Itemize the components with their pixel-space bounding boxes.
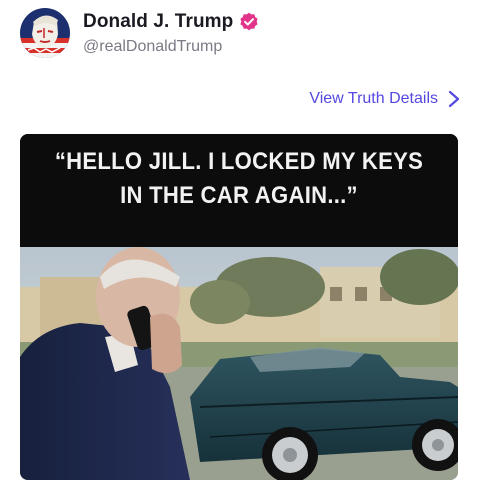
truth-post: Donald J. Trump @realDonaldTrump View Tr… bbox=[0, 0, 478, 500]
user-handle[interactable]: @realDonaldTrump bbox=[83, 38, 259, 56]
avatar[interactable] bbox=[20, 8, 70, 58]
caption-line-1: “HELLO JILL. I LOCKED MY KEYS bbox=[54, 148, 424, 175]
photo-scene bbox=[20, 247, 458, 480]
verified-badge-icon bbox=[240, 12, 258, 30]
meme-caption: “HELLO JILL. I LOCKED MY KEYS IN THE CAR… bbox=[20, 134, 458, 247]
chevron-right-icon bbox=[448, 90, 460, 108]
profile-names: Donald J. Trump @realDonaldTrump bbox=[83, 11, 259, 56]
caption-line-2: IN THE CAR AGAIN...” bbox=[120, 182, 358, 209]
name-row: Donald J. Trump bbox=[83, 11, 259, 33]
view-truth-details-link[interactable]: View Truth Details bbox=[309, 90, 460, 108]
post-header: Donald J. Trump @realDonaldTrump bbox=[20, 8, 259, 58]
post-media-image[interactable]: “HELLO JILL. I LOCKED MY KEYS IN THE CAR… bbox=[20, 134, 458, 480]
view-truth-details-label: View Truth Details bbox=[309, 90, 438, 107]
display-name[interactable]: Donald J. Trump bbox=[83, 11, 233, 33]
avatar-image bbox=[20, 8, 70, 58]
